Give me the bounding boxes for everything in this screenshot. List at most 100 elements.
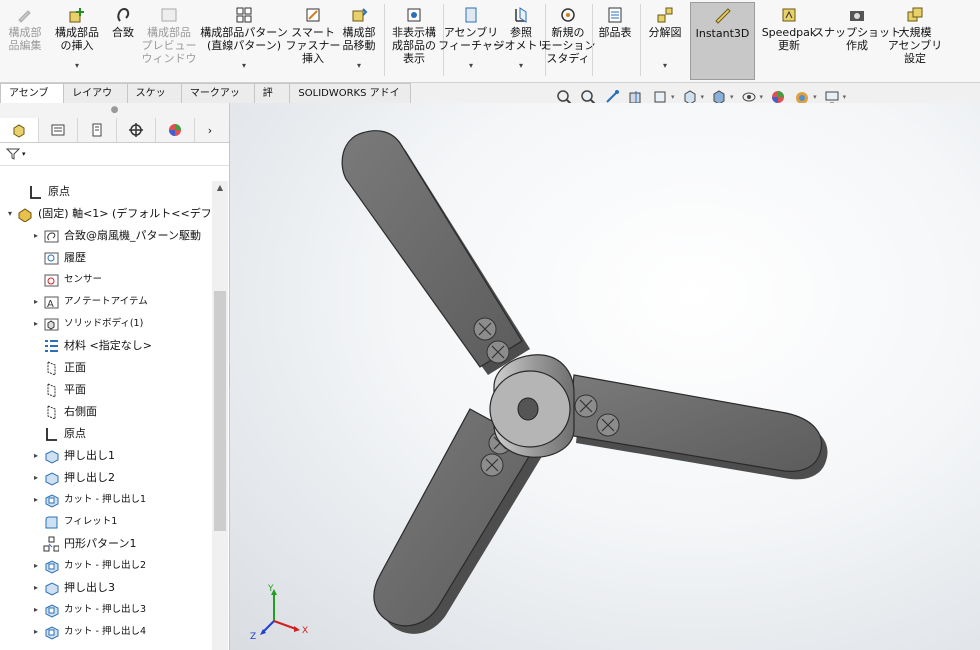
chevron-down-icon[interactable]: ▾ [730, 93, 734, 101]
exploded-view-button[interactable]: 分解図 ▾ [643, 2, 687, 78]
command-manager-ribbon: 構成部 品編集 構成部品 の挿入 ▾ 合致 構成部品 プレビュー ウィンドウ 構… [0, 0, 980, 83]
tree-node-label: 平面 [64, 383, 86, 396]
expand-caret-right-icon[interactable]: ▸ [30, 445, 42, 467]
chevron-down-icon[interactable]: ▾ [760, 93, 764, 101]
tree-node[interactable]: 右側面 [30, 401, 97, 423]
component-preview-button[interactable]: 構成部品 プレビュー ウィンドウ [142, 2, 197, 78]
expand-caret-down-icon[interactable]: ▾ [4, 203, 16, 225]
tree-node[interactable]: ▸ カット - 押し出し2 [30, 555, 146, 577]
fan-assembly-model[interactable] [230, 103, 980, 650]
tree-node[interactable]: 円形パターン1 [30, 533, 136, 555]
graphics-area[interactable]: Y X Z [230, 103, 980, 650]
speedpak-update-button[interactable]: Speedpak 更新 [758, 2, 820, 78]
tree-node-label: (固定) 軸<1> (デフォルト<<デフォルト [38, 207, 212, 220]
chevron-down-icon[interactable]: ▾ [843, 93, 847, 101]
tab-layout[interactable]: レイアウト [63, 83, 128, 118]
dimxpert-manager-tab[interactable] [117, 118, 156, 142]
scroll-up-icon[interactable]: ▲ [212, 181, 228, 195]
tree-scrollbar[interactable]: ▲ [212, 181, 228, 650]
mates-folder-icon [42, 227, 60, 245]
reference-geometry-button[interactable]: 参照 ジオメトリ ▾ [494, 2, 549, 78]
chevron-down-icon[interactable]: ▾ [75, 59, 79, 72]
chevron-down-icon[interactable]: ▾ [701, 93, 705, 101]
chevron-down-icon[interactable]: ▾ [469, 59, 473, 72]
tree-node[interactable]: ▾ (固定) 軸<1> (デフォルト<<デフォルト [4, 203, 212, 225]
instant3d-button[interactable]: Instant3D [690, 2, 755, 80]
tree-node[interactable]: 履歴 [30, 247, 86, 269]
smart-fasteners-button[interactable]: スマート ファスナー 挿入 [286, 2, 341, 78]
display-manager-tab[interactable] [156, 118, 195, 142]
tab-solidworks-addins[interactable]: SOLIDWORKS アドイン [289, 83, 411, 118]
triad-y-label: Y [267, 584, 274, 594]
chevron-down-icon[interactable]: ▾ [357, 59, 361, 72]
fan-hub[interactable] [489, 354, 575, 458]
bill-of-materials-button[interactable]: 部品表 [594, 2, 636, 78]
tree-node[interactable]: ▸ 押し出し3 [30, 577, 115, 599]
tree-node-label: 原点 [64, 427, 86, 440]
chevron-down-icon[interactable]: ▾ [242, 59, 246, 72]
expand-caret-right-icon[interactable]: ▸ [30, 577, 42, 599]
tab-markup[interactable]: マークアップ [180, 83, 255, 118]
expand-caret-right-icon[interactable]: ▸ [30, 467, 42, 489]
show-hidden-components-button[interactable]: 非表示構 成部品の 表示 [388, 2, 440, 78]
tree-node[interactable]: フィレット1 [30, 511, 117, 533]
chevron-down-icon[interactable]: ▾ [519, 59, 523, 72]
edit-component-button[interactable]: 構成部 品編集 [4, 2, 46, 78]
tree-node[interactable]: ▸ ソリッドボディ(1) [30, 313, 143, 335]
scrollbar-thumb[interactable] [214, 291, 226, 531]
tab-sketch[interactable]: スケッチ [126, 83, 182, 118]
tree-node[interactable]: 正面 [30, 357, 86, 379]
tab-evaluate[interactable]: 評価 [253, 83, 291, 118]
tree-node-label: カット - 押し出し3 [64, 604, 147, 615]
tab-assembly[interactable]: アセンブリ [0, 83, 65, 118]
speedpak-icon [780, 6, 798, 24]
crosshair-icon [129, 123, 143, 137]
new-motion-study-button[interactable]: 新規の モーション スタディ [541, 2, 595, 78]
tree-node[interactable]: ▸ 合致@扇風機_パターン駆動 [30, 225, 201, 247]
configuration-manager-tab[interactable] [78, 118, 117, 142]
expand-caret-right-icon[interactable]: ▸ [30, 291, 42, 313]
assembly-features-button[interactable]: アセンブリ フィーチャー ▾ [438, 2, 504, 78]
chevron-down-icon[interactable]: ▾ [671, 93, 675, 101]
solid-bodies-icon [42, 315, 60, 333]
chevron-right-icon: › [207, 123, 213, 137]
fan-blade-upper-left[interactable] [341, 130, 530, 375]
expand-caret-right-icon[interactable]: ▸ [30, 313, 42, 335]
tree-node[interactable]: 材料 <指定なし> [30, 335, 152, 357]
feature-manager-tab[interactable] [0, 118, 39, 142]
cut-extrude-icon [42, 601, 60, 619]
tree-node-label: カット - 押し出し4 [64, 626, 147, 637]
move-component-button[interactable]: 構成部 品移動 ▾ [338, 2, 380, 78]
expand-caret-right-icon[interactable]: ▸ [30, 489, 42, 511]
tree-filter[interactable]: ▾ [0, 143, 229, 166]
expand-caret-right-icon[interactable]: ▸ [30, 555, 42, 577]
insert-component-icon [68, 6, 86, 24]
insert-component-button[interactable]: 構成部品 の挿入 ▾ [52, 2, 102, 78]
expand-caret-right-icon[interactable]: ▸ [30, 225, 42, 247]
tree-node[interactable]: 平面 [30, 379, 86, 401]
mate-button[interactable]: 合致 [108, 2, 138, 78]
fan-blade-right[interactable] [567, 374, 828, 480]
smart-fasteners-icon [304, 6, 322, 24]
snapshot-button[interactable]: スナップショット 作成 [813, 2, 901, 78]
tree-node[interactable]: センサー [30, 269, 102, 291]
expand-caret-right-icon[interactable]: ▸ [30, 599, 42, 621]
tree-node[interactable]: ▸ カット - 押し出し1 [30, 489, 146, 511]
tree-node[interactable]: 原点 [14, 181, 70, 203]
property-manager-tab[interactable] [39, 118, 78, 142]
chevron-down-icon: ▾ [22, 150, 26, 158]
tree-node[interactable]: ▸ 押し出し2 [30, 467, 115, 489]
tree-node-label: センサー [64, 274, 103, 285]
linear-pattern-button[interactable]: 構成部品パターン (直線パターン) ▾ [200, 2, 288, 78]
expand-caret-right-icon[interactable]: ▸ [30, 621, 42, 643]
chevron-down-icon[interactable]: ▾ [813, 93, 817, 101]
panel-grip-handle[interactable]: ● [0, 103, 229, 118]
large-assembly-settings-button[interactable]: 大規模 アセンブリ 設定 [888, 2, 942, 78]
chevron-down-icon[interactable]: ▾ [663, 59, 667, 72]
tree-node[interactable]: 原点 [30, 423, 86, 445]
tree-node[interactable]: ▸ カット - 押し出し3 [30, 599, 146, 621]
manager-tabs-next[interactable]: › [195, 118, 225, 142]
tree-node[interactable]: ▸ A アノテートアイテム [30, 291, 148, 313]
tree-node[interactable]: ▸ 押し出し1 [30, 445, 115, 467]
tree-node[interactable]: ▸ カット - 押し出し4 [30, 621, 146, 643]
